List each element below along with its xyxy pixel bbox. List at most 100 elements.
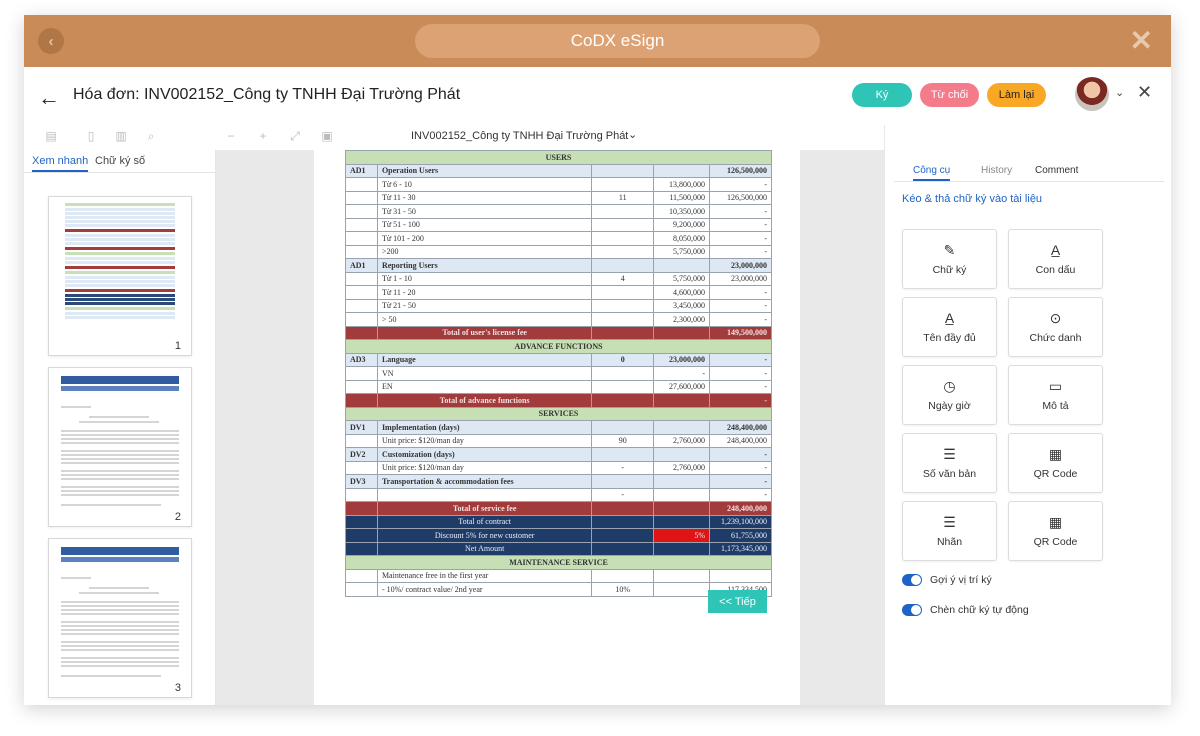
back-arrow-icon[interactable]: ←	[38, 85, 60, 111]
tool-label[interactable]: ☰ Nhãn	[902, 501, 997, 561]
tool-label: Ngày giờ	[928, 400, 971, 412]
table-cell	[591, 231, 655, 246]
tab-quick-view[interactable]: Xem nhanh	[32, 155, 89, 172]
stamp-icon: A̲	[1050, 242, 1061, 258]
page-number: 2	[174, 511, 181, 523]
table-cell	[591, 177, 655, 192]
tab-tools[interactable]: Công cụ	[913, 165, 951, 181]
table-row: Total of advance functions -	[345, 393, 772, 408]
table-cell: - 10%/ contract value/ 2nd year	[376, 582, 593, 597]
tool-position[interactable]: ⊙ Chức danh	[1008, 297, 1103, 357]
table-cell	[345, 204, 378, 219]
table-cell: Language	[376, 352, 593, 367]
table-cell: 5%	[653, 528, 711, 543]
datetime-icon: ◷	[943, 378, 956, 394]
table-row: Từ 1 - 10 4 5,750,000 23,000,000	[345, 271, 772, 286]
table-cell: -	[709, 312, 772, 327]
page-title: Hóa đơn: INV002152_Công ty TNHH Đại Trườ…	[73, 86, 461, 103]
brand-close-icon[interactable]: ✕	[1130, 27, 1153, 55]
suggest-position-toggle[interactable]	[902, 574, 922, 586]
table-cell	[345, 285, 378, 300]
table-row: DV3 Transportation & accommodation fees -	[345, 474, 772, 489]
table-cell: 90	[591, 433, 655, 448]
tab-history[interactable]: History	[981, 165, 1012, 176]
table-cell: Từ 11 - 30	[376, 190, 593, 205]
table-cell: 1,239,100,000	[709, 514, 772, 529]
tool-stamp[interactable]: A̲ Con dấu	[1008, 229, 1103, 289]
table-cell: Từ 1 - 10	[376, 271, 593, 286]
table-cell	[591, 163, 655, 178]
drag-drop-heading: Kéo & thả chữ ký vào tài liệu	[902, 193, 1043, 205]
reject-button[interactable]: Từ chối	[920, 83, 979, 107]
table-cell: DV3	[345, 474, 378, 489]
document-name[interactable]: INV002152_Công ty TNHH Đại Trường Phát	[411, 130, 628, 142]
table-cell: 2,760,000	[653, 460, 711, 475]
zoom-out-icon[interactable]: −	[224, 129, 238, 143]
tab-comment[interactable]: Comment	[1035, 165, 1078, 176]
table-cell	[345, 568, 378, 583]
table-cell: 248,400,000	[709, 433, 772, 448]
tab-digital-signature[interactable]: Chữ ký số	[95, 155, 145, 167]
table-cell: -	[709, 379, 772, 394]
tool-datetime[interactable]: ◷ Ngày giờ	[902, 365, 997, 425]
table-cell: 3,450,000	[653, 298, 711, 313]
tab-divider	[894, 181, 1164, 182]
table-cell: -	[709, 285, 772, 300]
close-icon[interactable]: ✕	[1137, 82, 1152, 103]
tool-description[interactable]: ▭ Mô tả	[1008, 365, 1103, 425]
table-cell: -	[709, 393, 772, 408]
table-cell	[345, 271, 378, 286]
page-view-icon[interactable]: ▯	[84, 129, 98, 143]
page-thumbnail-2[interactable]: 2	[48, 367, 192, 527]
doc-header: ← Hóa đơn: INV002152_Công ty TNHH Đại Tr…	[24, 67, 1171, 125]
tool-label: Tên đầy đủ	[923, 332, 976, 344]
table-cell: > 50	[376, 312, 593, 327]
table-cell: -	[709, 217, 772, 232]
table-cell: -	[709, 460, 772, 475]
table-cell: Transportation & accommodation fees	[376, 474, 593, 489]
fit-page-icon[interactable]: ⤢	[288, 129, 302, 143]
table-cell	[591, 528, 655, 543]
table-row: AD1 Reporting Users 23,000,000	[345, 258, 772, 273]
redo-button[interactable]: Làm lại	[987, 83, 1046, 107]
tool-label: Con dấu	[1035, 264, 1076, 276]
table-cell	[345, 366, 378, 381]
avatar[interactable]	[1075, 77, 1109, 111]
document-viewer[interactable]: USERS AD1 Operation Users 126,500,000 Từ 6 -…	[216, 150, 884, 705]
auto-insert-toggle[interactable]	[902, 604, 922, 616]
tool-qr-code-2[interactable]: ▦ QR Code	[1008, 501, 1103, 561]
chevron-down-icon[interactable]: ⌄	[1115, 86, 1124, 99]
doc-select-chevron-icon[interactable]: ⌄	[628, 128, 637, 141]
sign-button[interactable]: Ký	[852, 83, 912, 107]
tool-full-name[interactable]: A̲ Tên đầy đủ	[902, 297, 997, 357]
table-cell	[653, 258, 711, 273]
table-cell: 11	[591, 190, 655, 205]
search-icon[interactable]: ⌕	[144, 129, 158, 143]
table-cell: Customization (days)	[376, 447, 593, 462]
table-cell: VN	[376, 366, 593, 381]
two-page-icon[interactable]: ▥	[114, 129, 128, 143]
table-row: Từ 101 - 200 8,050,000-	[345, 231, 772, 246]
fullscreen-icon[interactable]: ▣	[320, 129, 334, 143]
page-thumbnail-3[interactable]: 3	[48, 538, 192, 698]
table-cell: 2,300,000	[653, 312, 711, 327]
thumbnail-panel: Xem nhanh Chữ ký số 1 2 3	[24, 150, 216, 705]
page-thumbnail-1[interactable]: 1	[48, 196, 192, 356]
table-cell	[345, 433, 378, 448]
table-row: >200 5,750,000-	[345, 244, 772, 259]
zoom-in-icon[interactable]: +	[256, 129, 270, 143]
table-cell: -	[709, 447, 772, 462]
sidebar-toggle-icon[interactable]: ▤	[44, 129, 58, 143]
tool-doc-number[interactable]: ☰ Số văn bản	[902, 433, 997, 493]
next-button[interactable]: << Tiếp	[708, 590, 767, 613]
tool-signature[interactable]: ✎ Chữ ký	[902, 229, 997, 289]
table-cell: -	[709, 298, 772, 313]
brand-back-icon[interactable]: ‹	[38, 28, 64, 54]
table-cell: 4	[591, 271, 655, 286]
table-cell	[345, 582, 378, 597]
tool-qr-code[interactable]: ▦ QR Code	[1008, 433, 1103, 493]
table-cell: -	[709, 244, 772, 259]
page-number: 1	[174, 340, 181, 352]
table-cell	[591, 568, 655, 583]
table-row: Total of contract 1,239,100,000	[345, 514, 772, 529]
